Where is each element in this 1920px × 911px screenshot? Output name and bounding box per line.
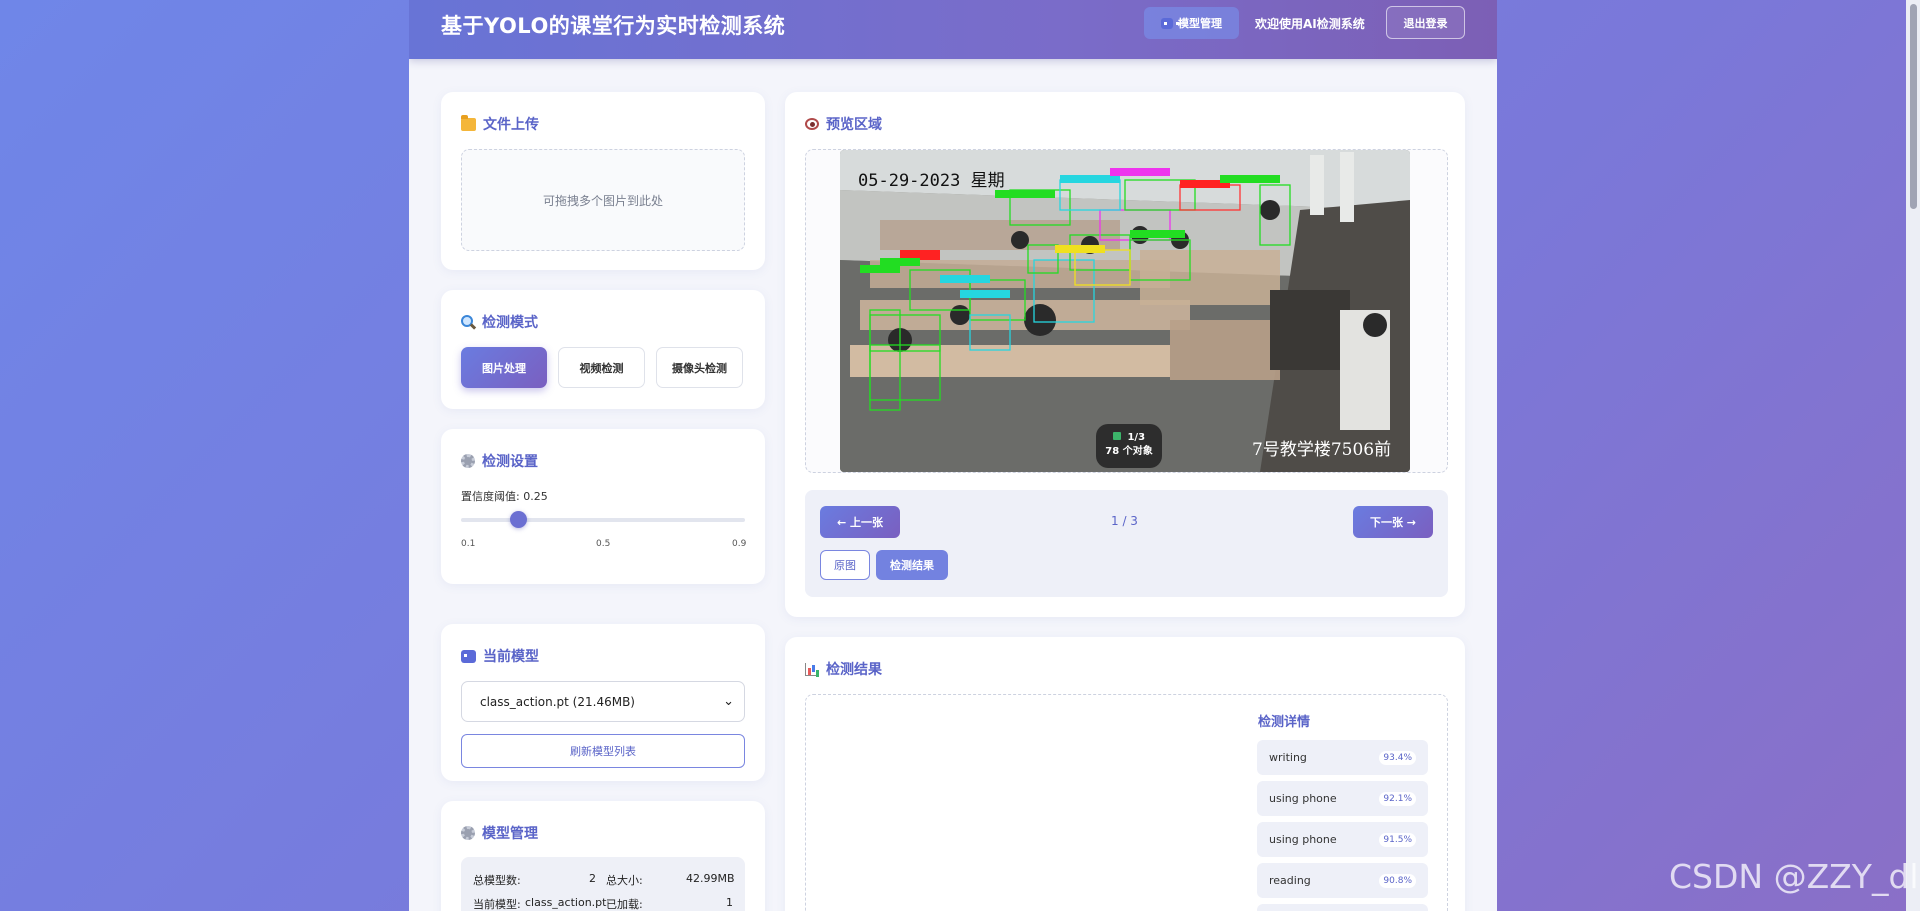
scrollbar-thumb[interactable]	[1910, 4, 1917, 209]
detection-confidence: 93.4%	[1379, 750, 1416, 765]
settings-title-text: 检测设置	[482, 454, 538, 470]
show-original-button[interactable]: 原图	[820, 550, 870, 580]
current-model-card-title: 当前模型	[461, 646, 539, 666]
logout-button[interactable]: 退出登录	[1386, 6, 1465, 39]
detection-item[interactable]: reading 90.8%	[1257, 863, 1428, 898]
total-size-label: 总大小:	[606, 874, 643, 887]
mode-card: 检测模式 图片处理 视频检测 摄像头检测	[441, 290, 765, 409]
results-frame: 检测详情 writing 93.4% using phone 92.1% usi…	[805, 694, 1448, 911]
detection-item[interactable]: using phone 92.1%	[1257, 781, 1428, 816]
settings-card: 检测设置 置信度阈值: 0.25 0.1 0.5 0.9	[441, 429, 765, 584]
detection-class: using phone	[1269, 833, 1337, 846]
show-result-button[interactable]: 检测结果	[876, 550, 948, 580]
image-mode-button[interactable]: 图片处理	[461, 347, 547, 388]
upload-title-text: 文件上传	[483, 117, 539, 133]
preview-card: 预览区域 05-29-2023 星期 7号教学楼7506前 1/3 78 个对象…	[785, 92, 1465, 617]
threshold-label: 置信度阈值: 0.25	[461, 490, 548, 503]
folder-icon	[461, 114, 476, 131]
robot-icon	[461, 649, 479, 663]
welcome-text: 欢迎使用AI检测系统	[1255, 17, 1365, 31]
bar-chart-icon	[805, 662, 819, 676]
chevron-down-icon: ⌄	[723, 694, 734, 709]
total-models-value: 2	[589, 872, 596, 885]
app-window: 基于YOLO的课堂行为实时检测系统 模型管理 欢迎使用AI检测系统 退出登录 文…	[409, 0, 1497, 911]
threshold-slider-track[interactable]	[461, 518, 745, 522]
model-management-label: 模型管理	[1178, 17, 1222, 30]
total-size-value: 42.99MB	[686, 872, 735, 885]
detection-item-partial[interactable]	[1257, 904, 1428, 911]
mode-card-title: 检测模式	[461, 312, 538, 332]
previous-button[interactable]: ← 上一张	[820, 506, 900, 538]
gear-icon	[461, 454, 475, 468]
checkbox-icon	[1112, 432, 1121, 440]
slider-tick-max: 0.9	[732, 539, 747, 549]
navigation-box: ← 上一张 1 / 3 下一张 → 原图 检测结果	[805, 490, 1448, 597]
preview-card-title: 预览区域	[805, 114, 882, 134]
detection-class: using phone	[1269, 792, 1337, 805]
upload-card: 文件上传 可拖拽多个图片到此处	[441, 92, 765, 270]
slider-tick-mid: 0.5	[596, 539, 611, 549]
detection-result-image[interactable]: 05-29-2023 星期 7号教学楼7506前 1/3 78 个对象	[840, 150, 1410, 472]
detection-item[interactable]: writing 93.4%	[1257, 740, 1428, 775]
photo-date-overlay: 05-29-2023 星期	[858, 171, 1005, 191]
settings-card-title: 检测设置	[461, 451, 538, 471]
results-title-text: 检测结果	[826, 662, 882, 678]
eye-icon	[805, 118, 819, 130]
page-indicator: 1 / 3	[1111, 514, 1138, 528]
model-select[interactable]: class_action.pt (21.46MB) ⌄	[461, 681, 745, 722]
detection-class: reading	[1269, 874, 1311, 887]
refresh-models-button[interactable]: 刷新模型列表	[461, 734, 745, 768]
detection-confidence: 91.5%	[1379, 832, 1416, 847]
mode-title-text: 检测模式	[482, 315, 538, 331]
page-scrollbar[interactable]	[1906, 0, 1920, 911]
detection-item[interactable]: using phone 91.5%	[1257, 822, 1428, 857]
threshold-slider-thumb[interactable]	[509, 511, 527, 528]
current-model-stat-value: class_action.pt	[525, 896, 607, 909]
detection-confidence: 90.8%	[1379, 873, 1416, 888]
loaded-label: 已加载:	[606, 898, 643, 911]
model-management-card: 模型管理 总模型数: 2 总大小: 42.99MB 当前模型: class_ac…	[441, 801, 765, 911]
model-select-value: class_action.pt (21.46MB)	[480, 694, 635, 709]
image-counter-badge: 1/3 78 个对象	[1096, 424, 1162, 468]
upload-dropzone[interactable]: 可拖拽多个图片到此处	[461, 149, 745, 251]
detection-class: writing	[1269, 751, 1307, 764]
badge-object-count: 78 个对象	[1105, 446, 1153, 457]
detection-confidence: 92.1%	[1379, 791, 1416, 806]
badge-index: 1/3	[1096, 431, 1162, 445]
model-management-title-text: 模型管理	[482, 826, 538, 842]
preview-title-text: 预览区域	[826, 117, 882, 133]
current-model-title-text: 当前模型	[483, 649, 539, 665]
total-models-label: 总模型数:	[473, 874, 521, 887]
robot-icon	[1161, 17, 1179, 29]
header-bar: 基于YOLO的课堂行为实时检测系统 模型管理 欢迎使用AI检测系统 退出登录	[409, 0, 1497, 59]
badge-index-text: 1/3	[1127, 432, 1146, 443]
model-management-button[interactable]: 模型管理	[1144, 7, 1239, 39]
page-title: 基于YOLO的课堂行为实时检测系统	[441, 14, 786, 38]
camera-mode-button[interactable]: 摄像头检测	[656, 347, 743, 388]
model-management-card-title: 模型管理	[461, 823, 538, 843]
loaded-value: 1	[726, 896, 733, 909]
gear-icon	[461, 826, 475, 840]
model-stats-box: 总模型数: 2 总大小: 42.99MB 当前模型: class_action.…	[461, 857, 745, 911]
current-model-card: 当前模型 class_action.pt (21.46MB) ⌄ 刷新模型列表	[441, 624, 765, 781]
photo-caption-overlay: 7号教学楼7506前	[1252, 440, 1392, 460]
magnifier-icon	[461, 315, 475, 329]
results-card-title: 检测结果	[805, 659, 882, 679]
video-mode-button[interactable]: 视频检测	[558, 347, 645, 388]
preview-frame: 05-29-2023 星期 7号教学楼7506前 1/3 78 个对象	[805, 149, 1448, 473]
details-title: 检测详情	[1258, 715, 1311, 730]
watermark: CSDN @ZZY_dl	[1669, 857, 1919, 896]
slider-tick-min: 0.1	[461, 539, 476, 549]
upload-card-title: 文件上传	[461, 114, 539, 134]
current-model-stat-label: 当前模型:	[473, 898, 521, 911]
next-button[interactable]: 下一张 →	[1353, 506, 1433, 538]
results-card: 检测结果 检测详情 writing 93.4% using phone 92.1…	[785, 637, 1465, 911]
